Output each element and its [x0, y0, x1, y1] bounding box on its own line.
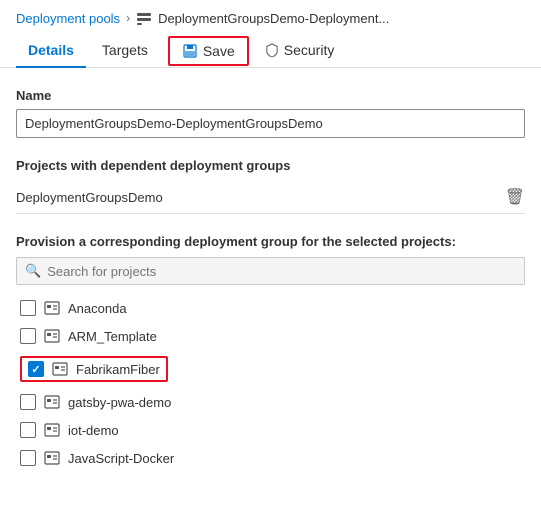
project-name: Anaconda — [68, 301, 127, 316]
project-icon — [44, 450, 60, 466]
list-item: Anaconda — [16, 295, 525, 321]
main-content: Name Projects with dependent deployment … — [0, 68, 541, 491]
list-item: iot-demo — [16, 417, 525, 443]
save-label: Save — [203, 43, 235, 59]
project-checkbox[interactable] — [20, 422, 36, 438]
security-label: Security — [284, 42, 335, 58]
project-name: FabrikamFiber — [76, 362, 160, 377]
project-checkbox[interactable] — [20, 450, 36, 466]
project-icon — [44, 328, 60, 344]
provision-label: Provision a corresponding deployment gro… — [16, 234, 525, 249]
tab-details[interactable]: Details — [16, 34, 86, 68]
tab-targets[interactable]: Targets — [90, 34, 160, 68]
breadcrumb: Deployment pools › DeploymentGroupsDemo-… — [0, 0, 541, 34]
list-item: JavaScript-Docker — [16, 445, 525, 471]
breadcrumb-parent[interactable]: Deployment pools — [16, 11, 120, 26]
save-button[interactable]: Save — [168, 36, 249, 66]
project-name: gatsby-pwa-demo — [68, 395, 171, 410]
project-name: ARM_Template — [68, 329, 157, 344]
project-checkbox[interactable] — [28, 361, 44, 377]
name-input[interactable] — [16, 109, 525, 138]
delete-icon[interactable]: 🗑 — [505, 187, 525, 207]
tab-security[interactable]: Security — [253, 34, 347, 68]
breadcrumb-separator: › — [126, 11, 130, 25]
project-checkbox[interactable] — [20, 328, 36, 344]
dependent-section-title: Projects with dependent deployment group… — [16, 158, 525, 173]
save-icon — [182, 43, 198, 59]
breadcrumb-current: DeploymentGroupsDemo-Deployment... — [158, 11, 389, 26]
shield-icon — [265, 43, 279, 57]
project-name: iot-demo — [68, 423, 119, 438]
deployment-pools-icon — [136, 10, 152, 26]
project-list: Anaconda ARM_Template FabrikamFiber gatsby-… — [16, 295, 525, 471]
dependent-project-name: DeploymentGroupsDemo — [16, 190, 163, 205]
list-item: FabrikamFiber — [16, 351, 525, 387]
search-box: 🔍 — [16, 257, 525, 285]
project-icon — [44, 394, 60, 410]
project-icon — [44, 300, 60, 316]
search-input[interactable] — [47, 264, 516, 279]
project-icon — [52, 361, 68, 377]
name-label: Name — [16, 88, 525, 103]
list-item: ARM_Template — [16, 323, 525, 349]
dependent-project-row: DeploymentGroupsDemo 🗑 — [16, 181, 525, 214]
project-checkbox[interactable] — [20, 394, 36, 410]
list-item: gatsby-pwa-demo — [16, 389, 525, 415]
project-name: JavaScript-Docker — [68, 451, 174, 466]
search-icon: 🔍 — [25, 263, 41, 279]
project-icon — [44, 422, 60, 438]
project-checkbox[interactable] — [20, 300, 36, 316]
tabs-bar: Details Targets Save Security — [0, 34, 541, 68]
